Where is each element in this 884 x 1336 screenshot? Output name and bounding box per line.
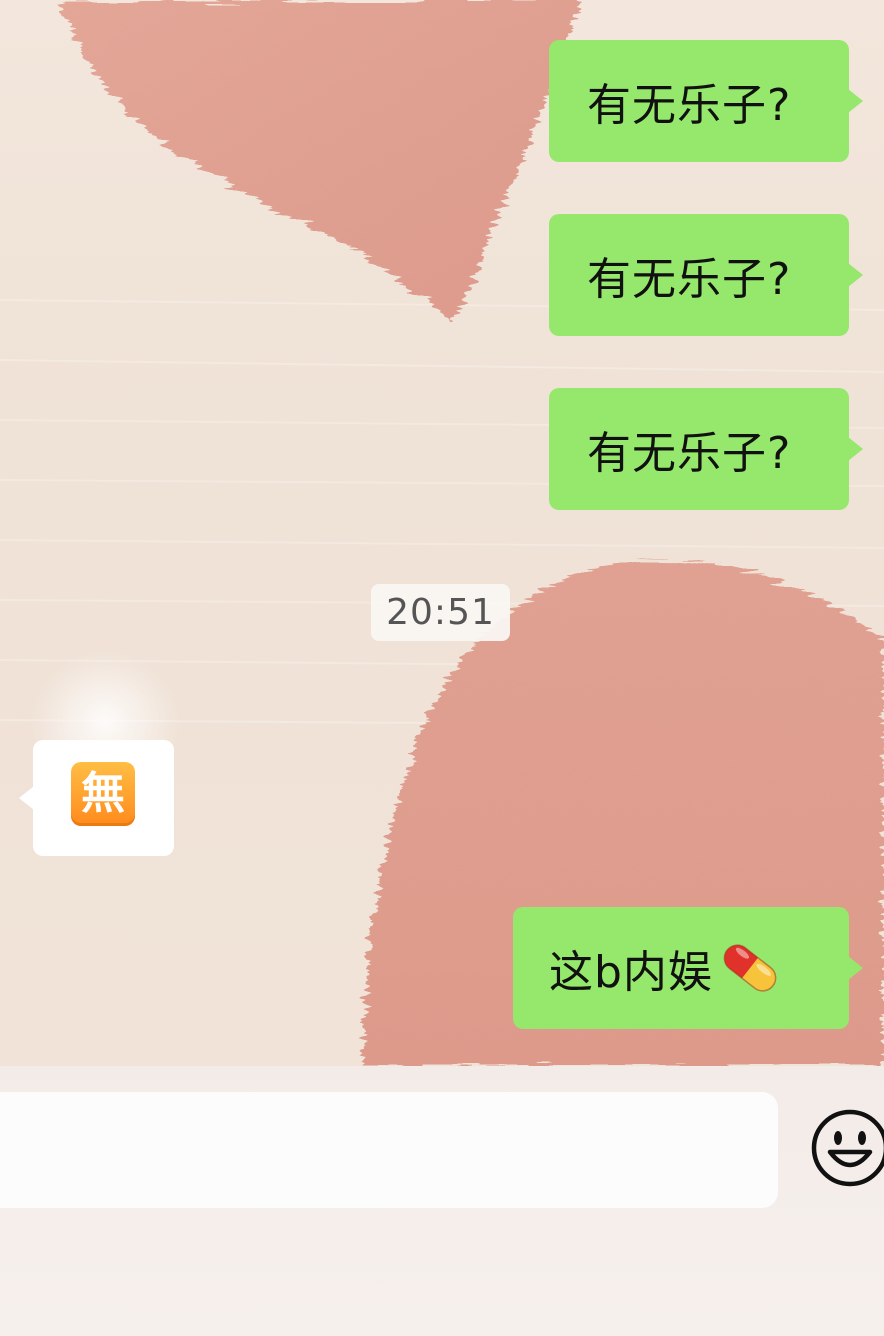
message-input[interactable] [0, 1092, 778, 1208]
message-content: 这b内娱 [549, 907, 783, 1029]
input-bar [0, 1066, 884, 1336]
outgoing-message[interactable]: 这b内娱 [513, 907, 863, 1029]
emoji-glyph: 無 [81, 768, 125, 819]
message-text: 有无乐子? [587, 254, 792, 305]
incoming-message[interactable]: 無 [19, 740, 174, 856]
pill-icon [723, 944, 777, 992]
message-text: 有无乐子? [587, 428, 792, 479]
outgoing-message[interactable]: 有无乐子? [549, 388, 863, 510]
emoji-button[interactable] [810, 1108, 884, 1188]
outgoing-message[interactable]: 有无乐子? [549, 214, 863, 336]
japanese-free-of-charge-button-icon: 無 [71, 762, 135, 826]
smiley-face-icon [811, 1109, 884, 1187]
message-text: 有无乐子? [587, 80, 792, 131]
message-timestamp: 20:51 [371, 584, 510, 641]
outgoing-message[interactable]: 有无乐子? [549, 40, 863, 162]
message-text: 这b内娱 [549, 947, 713, 998]
